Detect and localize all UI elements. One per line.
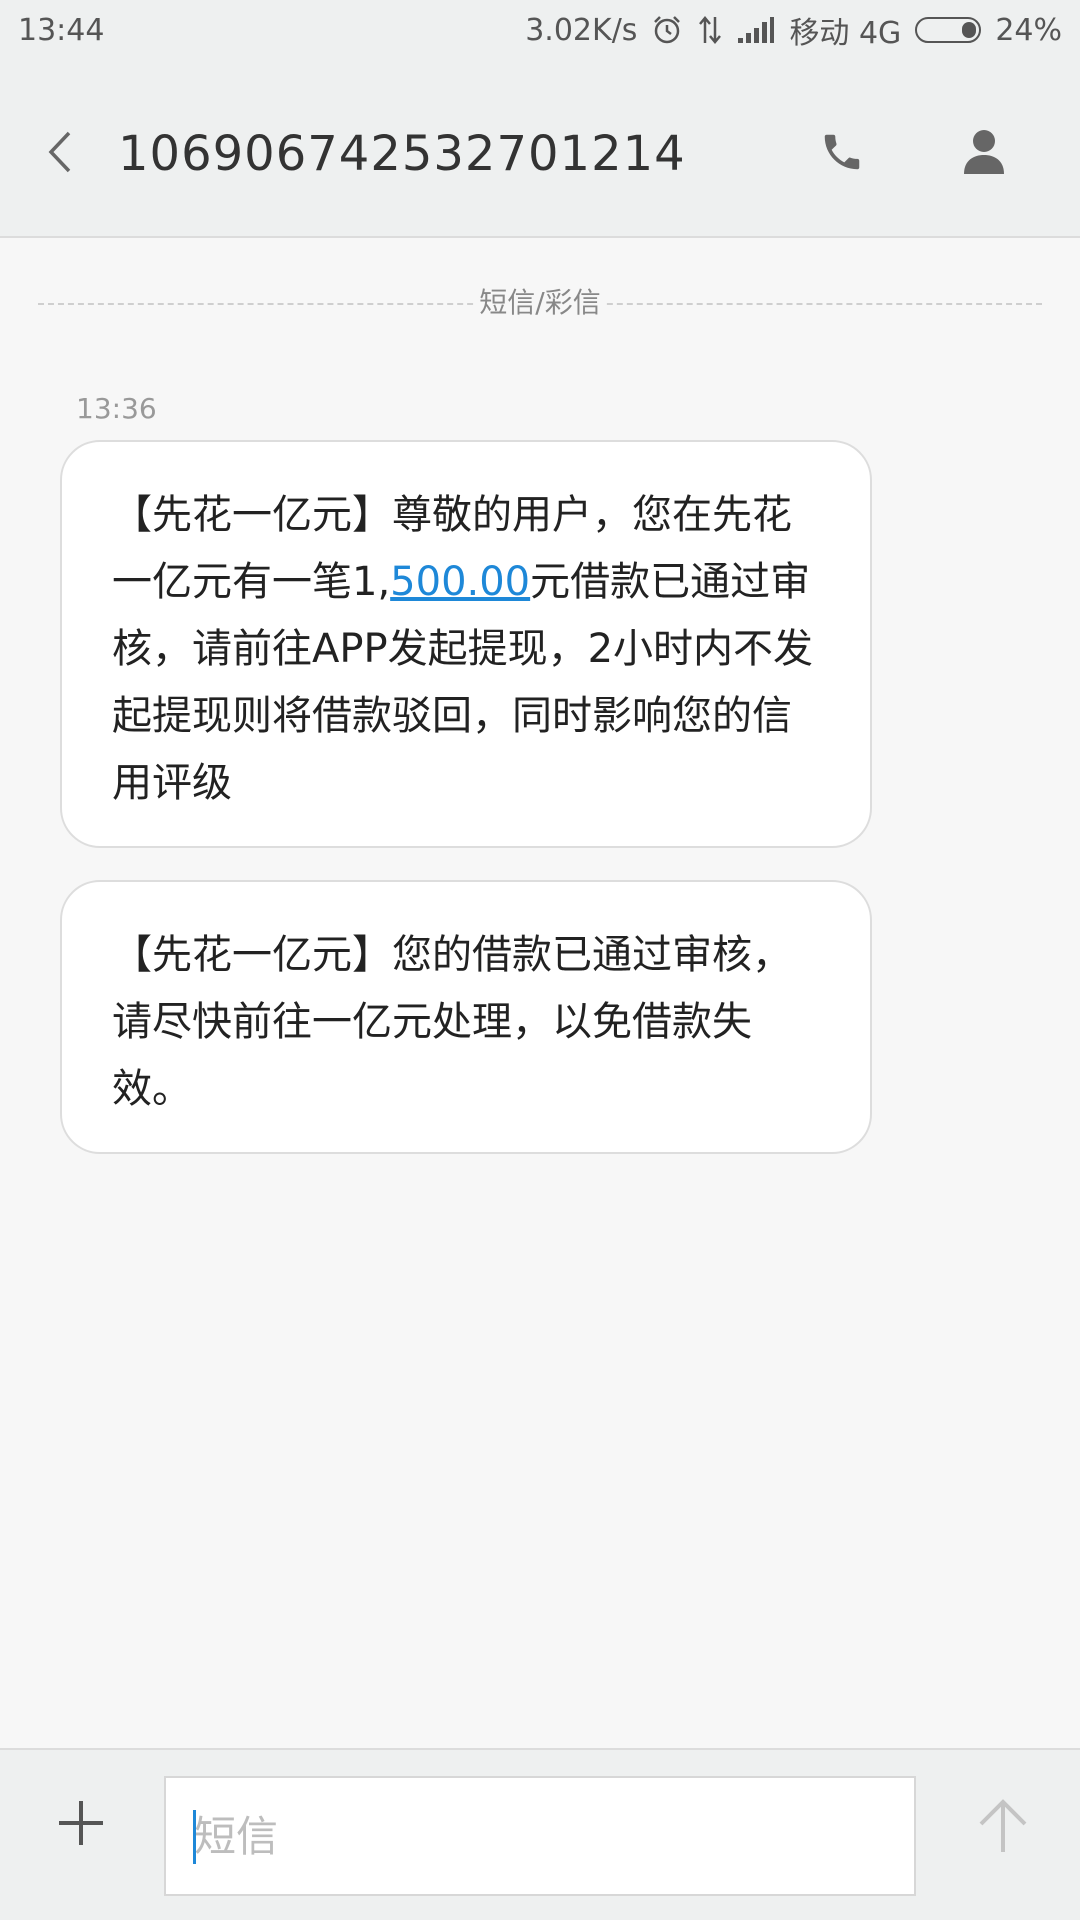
back-chevron-icon	[48, 131, 71, 173]
battery-icon	[915, 17, 982, 43]
alarm-icon	[651, 14, 683, 46]
carrier-label: 移动 4G	[789, 16, 902, 51]
compose-bar	[0, 1748, 1080, 1920]
status-bar: 13:44 3.02K/s 移动 4G 24%	[0, 0, 1080, 60]
send-arrow-icon	[979, 1799, 1027, 1852]
conversation-title: 106906742532701214	[118, 126, 686, 182]
battery-percent: 24%	[995, 12, 1062, 48]
message-timestamp: 13:36	[76, 392, 157, 425]
text-caret	[193, 1810, 196, 1864]
section-divider: 短信/彩信	[38, 288, 1042, 318]
attach-button[interactable]	[50, 1792, 112, 1854]
message-input[interactable]	[164, 1776, 916, 1896]
call-button[interactable]	[812, 122, 872, 182]
status-right-group: 3.02K/s 移动 4G 24%	[525, 8, 1062, 52]
amount-link[interactable]: 500.00	[390, 559, 530, 605]
send-button[interactable]	[970, 1788, 1036, 1864]
signal-icon	[737, 16, 775, 44]
message-bubble[interactable]: 【先花一亿元】尊敬的用户，您在先花一亿元有一笔1,500.00元借款已通过审核，…	[60, 440, 872, 848]
network-speed: 3.02K/s	[525, 12, 638, 48]
contact-person-icon	[964, 130, 1004, 174]
conversation-header: 106906742532701214	[0, 60, 1080, 238]
phone-icon	[824, 134, 860, 170]
section-label: 短信/彩信	[473, 288, 607, 318]
message-text: 【先花一亿元】您的借款已通过审核，请尽快前往一亿元处理，以免借款失效。	[112, 932, 792, 1112]
back-button[interactable]	[30, 122, 90, 182]
data-arrows-icon	[697, 15, 723, 45]
status-time: 13:44	[18, 12, 105, 48]
message-bubble[interactable]: 【先花一亿元】您的借款已通过审核，请尽快前往一亿元处理，以免借款失效。	[60, 880, 872, 1154]
contact-button[interactable]	[954, 122, 1014, 182]
plus-icon	[59, 1801, 103, 1845]
